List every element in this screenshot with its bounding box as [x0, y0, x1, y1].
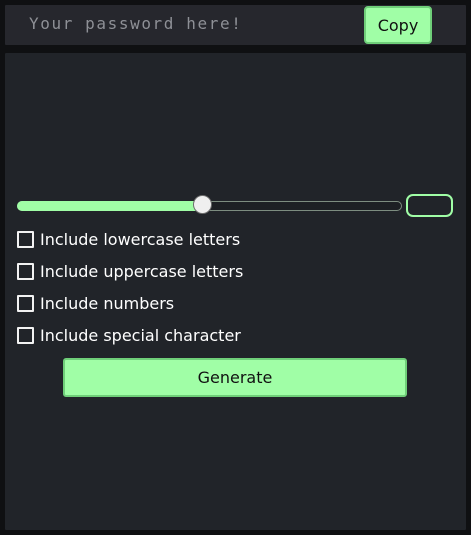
option-special-label: Include special character	[40, 325, 241, 345]
length-input[interactable]	[406, 194, 453, 217]
password-bar: Your password here! Copy	[5, 5, 466, 45]
option-lowercase-label: Include lowercase letters	[40, 229, 241, 249]
option-uppercase-label: Include uppercase letters	[40, 261, 244, 281]
option-lowercase[interactable]: Include lowercase letters	[17, 228, 240, 250]
copy-button[interactable]: Copy	[364, 6, 432, 44]
special-checkbox[interactable]	[17, 326, 34, 344]
generate-button[interactable]: Generate	[63, 358, 407, 397]
password-generator-app: Your password here! Copy Include lowerca…	[0, 0, 471, 535]
option-uppercase[interactable]: Include uppercase letters	[17, 260, 243, 282]
option-special[interactable]: Include special character	[17, 324, 241, 346]
uppercase-checkbox[interactable]	[17, 262, 34, 280]
numbers-checkbox[interactable]	[17, 294, 34, 312]
option-numbers-label: Include numbers	[40, 293, 175, 313]
option-numbers[interactable]: Include numbers	[17, 292, 174, 314]
password-output[interactable]: Your password here!	[29, 5, 242, 45]
lowercase-checkbox[interactable]	[17, 230, 34, 248]
length-slider-thumb[interactable]	[193, 195, 212, 214]
generator-panel: Include lowercase letters Include upperc…	[5, 53, 466, 530]
length-slider-fill	[17, 201, 202, 211]
